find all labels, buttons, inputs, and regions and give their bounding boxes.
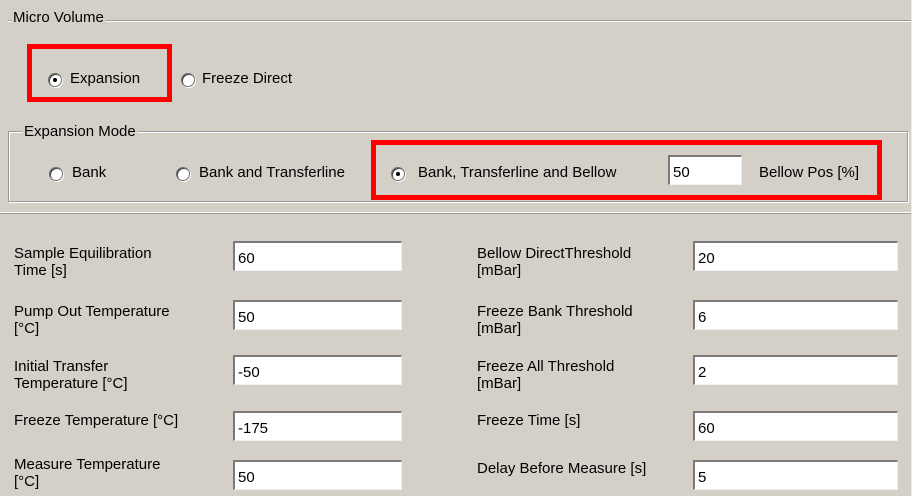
freeze-time-label: Freeze Time [s] [477,412,581,429]
expansion-highlight-box [27,44,172,102]
freeze-time-input[interactable] [693,411,898,441]
pump-out-temperature-input[interactable] [233,300,402,330]
freeze-bank-threshold-input[interactable] [693,300,898,330]
sample-equilibration-input[interactable] [233,241,402,271]
freeze-bank-threshold-label: Freeze Bank Threshold [mBar] [477,303,633,337]
freeze-temperature-input[interactable] [233,411,402,441]
initial-transfer-temperature-label: Initial Transfer Temperature [°C] [14,358,128,392]
freeze-direct-radio[interactable] [181,73,195,87]
freeze-direct-radio-label[interactable]: Freeze Direct [202,70,292,87]
initial-transfer-temperature-input[interactable] [233,355,402,385]
bank-radio-label[interactable]: Bank [72,164,106,181]
delay-before-measure-input[interactable] [693,460,898,490]
bank-and-transferline-radio-label[interactable]: Bank and Transferline [199,164,345,181]
freeze-temperature-label: Freeze Temperature [°C] [14,412,179,429]
measure-temperature-label: Measure Temperature [°C] [14,456,161,490]
bellow-mode-highlight-box [371,140,882,200]
bellow-direct-threshold-label: Bellow DirectThreshold [mBar] [477,245,632,279]
expansion-mode-group-title: Expansion Mode [22,123,138,140]
sample-equilibration-label: Sample Equilibration Time [s] [14,245,152,279]
micro-volume-group-line [8,20,911,22]
measure-temperature-input[interactable] [233,460,402,490]
freeze-all-threshold-input[interactable] [693,355,898,385]
settings-panel: Micro Volume Expansion Freeze Direct Exp… [0,0,912,496]
bellow-direct-threshold-input[interactable] [693,241,898,271]
freeze-all-threshold-label: Freeze All Threshold [mBar] [477,358,615,392]
bank-and-transferline-radio[interactable] [176,167,190,181]
micro-volume-group-title: Micro Volume [11,9,106,26]
bank-radio[interactable] [49,167,63,181]
section-separator [0,212,911,214]
pump-out-temperature-label: Pump Out Temperature [°C] [14,303,170,337]
delay-before-measure-label: Delay Before Measure [s] [477,460,647,477]
